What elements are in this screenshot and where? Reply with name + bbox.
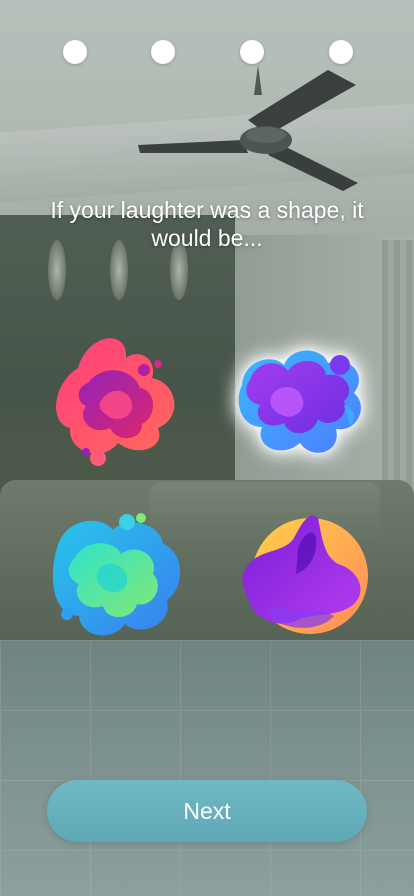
progress-dot [63, 40, 87, 64]
next-button[interactable]: Next [47, 780, 367, 842]
progress-indicator [0, 40, 414, 66]
option-purple-blue-blob[interactable] [232, 335, 372, 475]
option-orange-purple-blob[interactable] [238, 508, 378, 648]
option-pink-purple-blob[interactable] [48, 328, 188, 468]
option-cyan-green-blob[interactable] [45, 508, 185, 648]
question-text: If your laughter was a shape, it would b… [50, 197, 364, 251]
progress-dot [329, 40, 353, 64]
quiz-screen: If your laughter was a shape, it would b… [0, 0, 414, 896]
progress-dot [240, 40, 264, 64]
progress-dot [151, 40, 175, 64]
orange-purple-blob-icon [242, 515, 368, 634]
purple-blue-blob-icon [238, 350, 361, 453]
pink-purple-blob-icon [56, 338, 175, 466]
cyan-green-blob-icon [52, 513, 181, 636]
